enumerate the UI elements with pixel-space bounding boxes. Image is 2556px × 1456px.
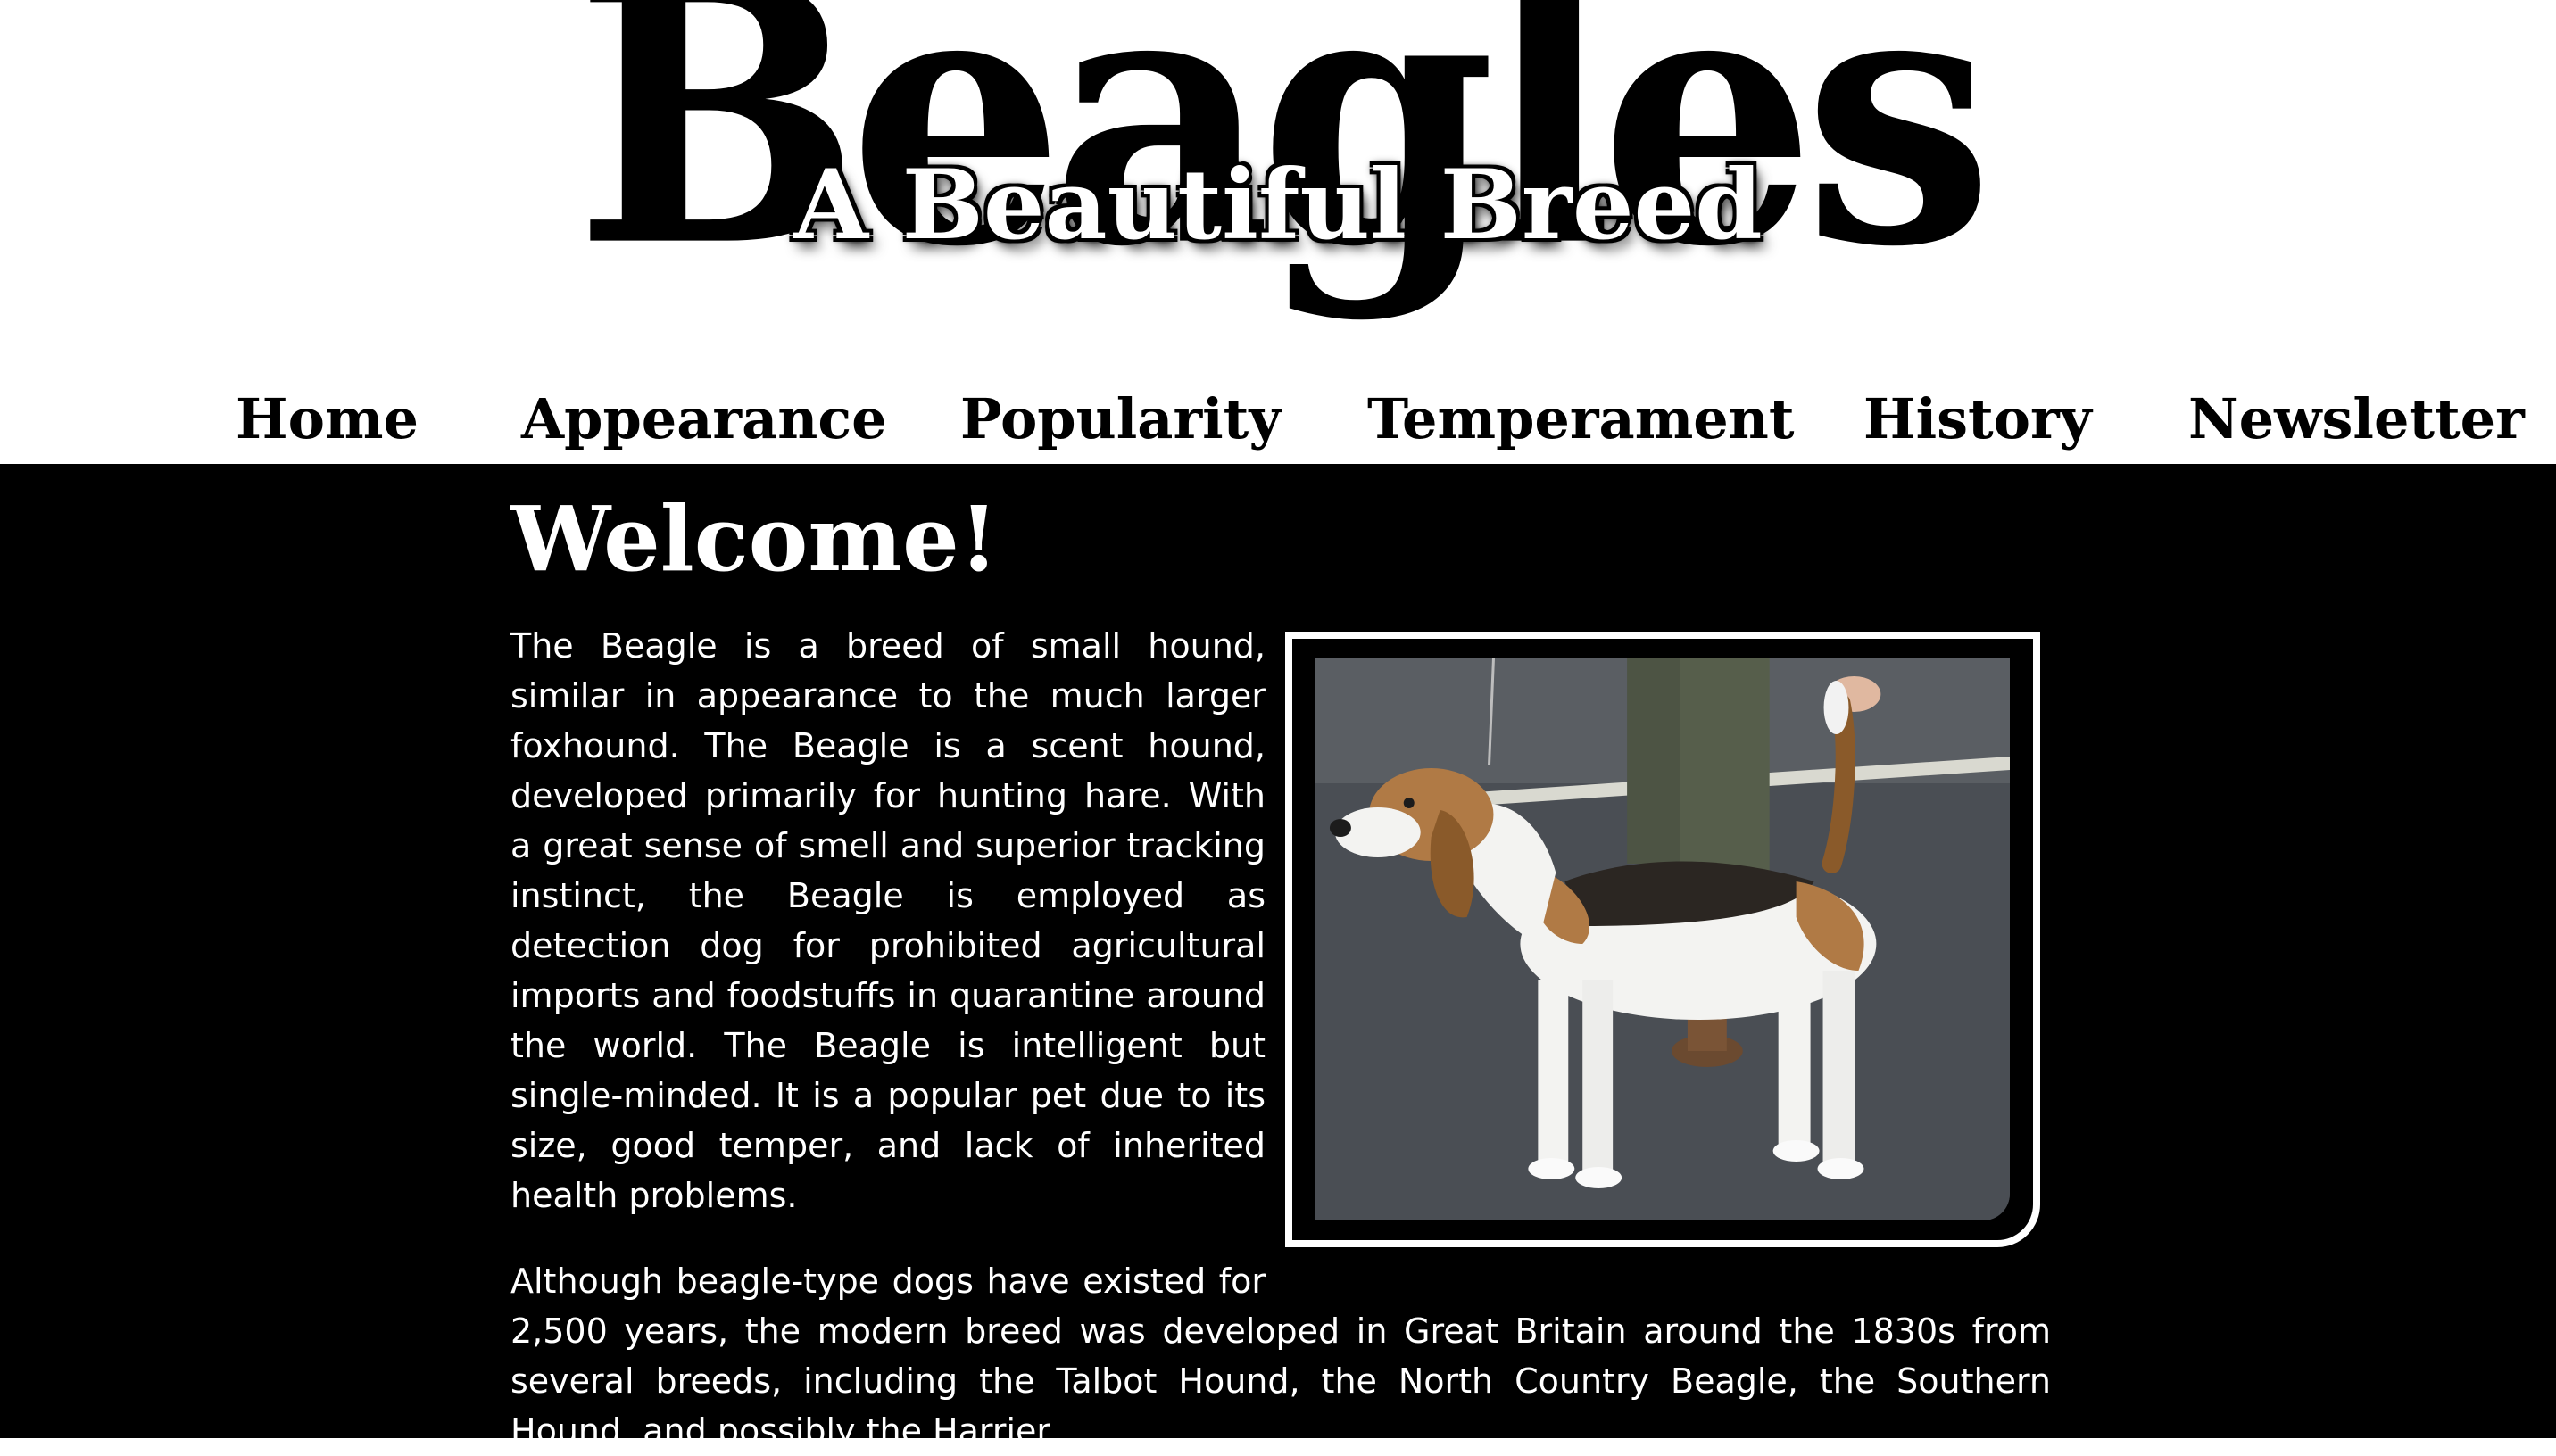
nav-item-home[interactable]: Home: [236, 375, 419, 464]
beagle-photo: [1315, 658, 2010, 1220]
main-navigation: Home Appearance Popularity Temperament H…: [0, 375, 2556, 464]
site-header: Beagles A Beautiful Breed Home Appearanc…: [0, 0, 2556, 464]
beagle-photo-frame: [1285, 632, 2040, 1247]
nav-item-newsletter[interactable]: Newsletter: [2188, 375, 2525, 464]
nav-item-temperament[interactable]: Temperament: [1367, 375, 1794, 464]
site-logo-subtitle: A Beautiful Breed: [793, 149, 1763, 261]
intro-text: The Beagle is a breed of small hound, si…: [510, 621, 2051, 1456]
nav-item-appearance[interactable]: Appearance: [521, 375, 887, 464]
intro-paragraph-2: Although beagle-type dogs have existed f…: [510, 1262, 2051, 1451]
main-content: Welcome! The Beagle is a breed of small …: [0, 464, 2556, 1451]
beagle-photo-illustration: [1315, 658, 2010, 1220]
nav-item-popularity[interactable]: Popularity: [960, 375, 1281, 464]
nav-item-history[interactable]: History: [1863, 375, 2092, 464]
page-heading: Welcome!: [510, 486, 999, 592]
